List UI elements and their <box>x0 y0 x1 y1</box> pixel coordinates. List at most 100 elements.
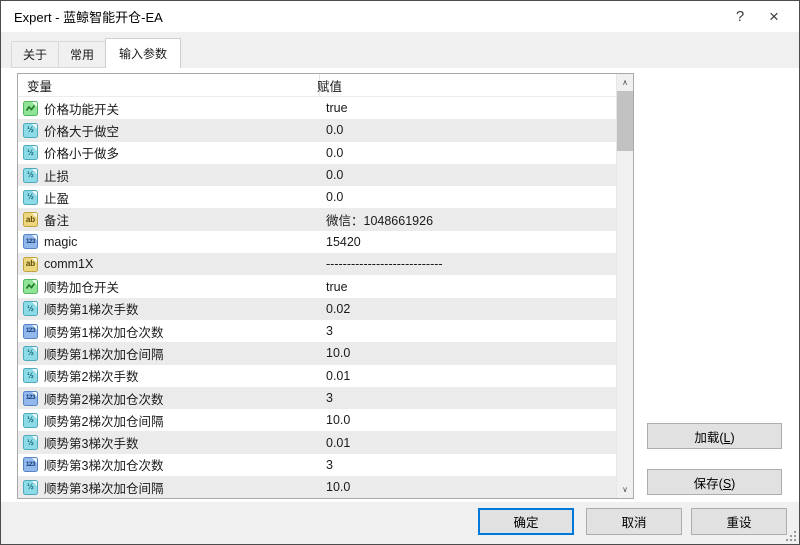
save-label: 保存(S) <box>694 473 736 492</box>
param-name: magic <box>44 235 313 249</box>
param-value[interactable]: 0.02 <box>326 302 350 316</box>
param-value[interactable]: 3 <box>326 391 333 405</box>
table-row[interactable]: ab comm1X ---------------------------- <box>18 253 616 275</box>
title-bar: Expert - 蓝鲸智能开仓-EA ? × <box>1 1 799 32</box>
param-name: 价格大于做空 <box>44 121 313 140</box>
param-value[interactable]: 10.0 <box>326 413 350 427</box>
param-value[interactable]: 0.01 <box>326 436 350 450</box>
table-row[interactable]: ½ 顺势第2梯次加仓间隔 10.0 <box>18 409 616 431</box>
cancel-button[interactable]: 取消 <box>586 508 682 535</box>
expert-properties-dialog: Expert - 蓝鲸智能开仓-EA ? × 关于 常用 输入参数 变量 赋值 … <box>0 0 800 545</box>
help-icon[interactable]: ? <box>723 1 757 32</box>
scroll-up-icon[interactable]: ∧ <box>617 74 633 91</box>
string-value-icon: ab <box>23 212 38 227</box>
resize-grip[interactable] <box>786 531 796 541</box>
param-name: 顺势第3梯次手数 <box>44 433 313 452</box>
tab-about[interactable]: 关于 <box>11 41 59 68</box>
double-value-icon: ½ <box>23 145 38 160</box>
param-value[interactable]: 3 <box>326 458 333 472</box>
param-name: 备注 <box>44 210 313 229</box>
load-button[interactable]: 加载(L) <box>647 423 782 449</box>
chart-line-icon <box>23 279 38 294</box>
double-value-icon: ½ <box>23 301 38 316</box>
double-value-icon: ½ <box>23 435 38 450</box>
scroll-down-icon[interactable]: ∨ <box>617 481 633 498</box>
param-name: 顺势第2梯次手数 <box>44 366 313 385</box>
param-rows: 价格功能开关 true ½ 价格大于做空 0.0 ½ 价格小于做多 0.0 ½ <box>18 97 616 498</box>
column-header-value: 赋值 <box>310 76 342 95</box>
param-name: 顺势第1梯次加仓次数 <box>44 322 313 341</box>
param-value[interactable]: 0.01 <box>326 369 350 383</box>
table-row[interactable]: ½ 止损 0.0 <box>18 164 616 186</box>
table-row[interactable]: 顺势加仓开关 true <box>18 275 616 297</box>
param-value[interactable]: true <box>326 101 348 115</box>
tab-common[interactable]: 常用 <box>58 41 106 68</box>
double-value-icon: ½ <box>23 346 38 361</box>
table-row[interactable]: ½ 价格小于做多 0.0 <box>18 142 616 164</box>
param-value[interactable]: 0.0 <box>326 123 343 137</box>
table-header: 变量 赋值 <box>18 74 616 97</box>
param-value[interactable]: ---------------------------- <box>326 257 443 271</box>
table-row[interactable]: ab 备注 微信：1048661926 <box>18 208 616 230</box>
vertical-scrollbar[interactable]: ∧ ∨ <box>616 74 633 498</box>
double-value-icon: ½ <box>23 480 38 495</box>
param-name: comm1X <box>44 257 313 271</box>
close-icon[interactable]: × <box>757 1 791 32</box>
integer-value-icon: 123 <box>23 234 38 249</box>
param-value[interactable]: 10.0 <box>326 346 350 360</box>
tab-strip: 关于 常用 输入参数 <box>1 32 799 68</box>
double-value-icon: ½ <box>23 368 38 383</box>
ok-button[interactable]: 确定 <box>478 508 574 535</box>
inputs-tab-page: 变量 赋值 价格功能开关 true ½ 价格大于做空 0.0 ½ <box>1 68 799 544</box>
param-value[interactable]: 10.0 <box>326 480 350 494</box>
table-row[interactable]: 123 顺势第3梯次加仓次数 3 <box>18 454 616 476</box>
footer-bar: 确定 取消 重设 <box>1 502 799 544</box>
table-row[interactable]: 123 magic 15420 <box>18 231 616 253</box>
string-value-icon: ab <box>23 257 38 272</box>
table-row[interactable]: 123 顺势第1梯次加仓次数 3 <box>18 320 616 342</box>
table-row[interactable]: ½ 止盈 0.0 <box>18 186 616 208</box>
chart-line-icon <box>23 101 38 116</box>
column-header-variable: 变量 <box>18 76 310 95</box>
table-row[interactable]: ½ 顺势第2梯次手数 0.01 <box>18 365 616 387</box>
param-name: 顺势第2梯次加仓次数 <box>44 389 313 408</box>
table-row[interactable]: ½ 顺势第3梯次加仓间隔 10.0 <box>18 476 616 498</box>
integer-value-icon: 123 <box>23 324 38 339</box>
param-value[interactable]: 3 <box>326 324 333 338</box>
param-value[interactable]: 0.0 <box>326 146 343 160</box>
table-row[interactable]: 价格功能开关 true <box>18 97 616 119</box>
param-name: 价格功能开关 <box>44 99 313 118</box>
param-name: 顺势第1梯次加仓间隔 <box>44 344 313 363</box>
double-value-icon: ½ <box>23 413 38 428</box>
double-value-icon: ½ <box>23 123 38 138</box>
param-name: 顺势第3梯次加仓间隔 <box>44 478 313 497</box>
param-name: 价格小于做多 <box>44 143 313 162</box>
integer-value-icon: 123 <box>23 391 38 406</box>
table-row[interactable]: ½ 顺势第3梯次手数 0.01 <box>18 431 616 453</box>
save-button[interactable]: 保存(S) <box>647 469 782 495</box>
table-row[interactable]: ½ 顺势第1梯次加仓间隔 10.0 <box>18 342 616 364</box>
window-title: Expert - 蓝鲸智能开仓-EA <box>14 7 723 26</box>
load-label: 加载(L) <box>694 427 734 446</box>
parameters-table: 变量 赋值 价格功能开关 true ½ 价格大于做空 0.0 ½ <box>17 73 634 499</box>
param-value[interactable]: true <box>326 280 348 294</box>
param-value[interactable]: 0.0 <box>326 190 343 204</box>
scrollbar-thumb[interactable] <box>617 91 633 151</box>
param-name: 顺势第3梯次加仓次数 <box>44 455 313 474</box>
param-name: 顺势第1梯次手数 <box>44 299 313 318</box>
double-value-icon: ½ <box>23 190 38 205</box>
double-value-icon: ½ <box>23 168 38 183</box>
table-row[interactable]: 123 顺势第2梯次加仓次数 3 <box>18 387 616 409</box>
param-name: 顺势第2梯次加仓间隔 <box>44 411 313 430</box>
param-value[interactable]: 0.0 <box>326 168 343 182</box>
integer-value-icon: 123 <box>23 457 38 472</box>
reset-button[interactable]: 重设 <box>691 508 787 535</box>
param-value[interactable]: 15420 <box>326 235 361 249</box>
table-row[interactable]: ½ 价格大于做空 0.0 <box>18 119 616 141</box>
param-name: 止盈 <box>44 188 313 207</box>
tab-inputs[interactable]: 输入参数 <box>105 38 181 68</box>
param-name: 止损 <box>44 166 313 185</box>
param-name: 顺势加仓开关 <box>44 277 313 296</box>
param-value[interactable]: 微信：1048661926 <box>326 210 433 229</box>
table-row[interactable]: ½ 顺势第1梯次手数 0.02 <box>18 298 616 320</box>
